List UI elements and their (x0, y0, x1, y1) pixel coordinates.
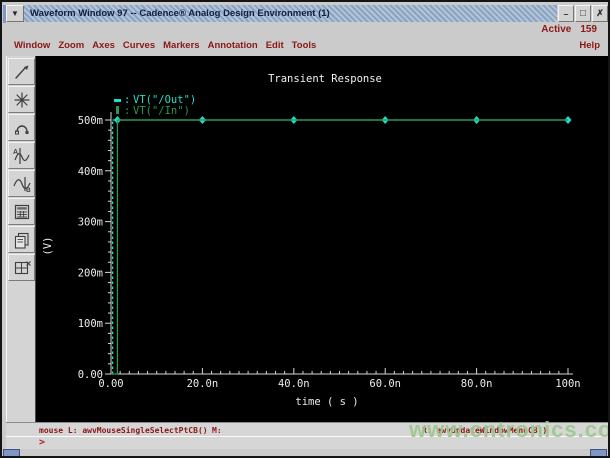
resize-corner-bottom-left[interactable] (3, 449, 20, 456)
trace-out[interactable] (111, 116, 572, 375)
svg-text:B: B (26, 187, 31, 194)
y-axis-label: (V) (42, 237, 54, 256)
x-tick-label: 100n (555, 378, 580, 390)
svg-text:A: A (13, 149, 18, 156)
legend-symbol-dash (114, 99, 121, 102)
waveform-window: ▼ Waveform Window 97 -- Cadence® Analog … (0, 0, 610, 458)
prompt-chevron: > (39, 437, 46, 448)
copy-window-tool-button[interactable] (8, 226, 35, 253)
titlebar[interactable]: ▼ Waveform Window 97 -- Cadence® Analog … (6, 5, 608, 22)
menu-item-markers[interactable]: Markers (163, 40, 199, 51)
y-tick-label: 400m (78, 166, 103, 178)
active-label: Active (541, 24, 572, 35)
zoom-star-icon (13, 91, 30, 108)
mouse-left-binding: mouse L: awvMouseSingleSelectPtCB() (39, 426, 208, 435)
copy-window-icon (14, 232, 29, 249)
x-tick-label: 80.0n (461, 378, 493, 390)
x-tick-label: 20.0n (187, 378, 219, 390)
calculator-icon (14, 204, 29, 219)
watermark-text: www.cntronics.com (409, 417, 608, 442)
legend-entry-in[interactable]: : VT("/In") (116, 105, 190, 117)
maximize-button[interactable]: □ (575, 5, 591, 22)
waveform-plot[interactable]: 0.00 20.0n 40.0n 60.0n 80.0n 100n0.00100m200m… (37, 56, 608, 422)
menu-item-help[interactable]: Help (579, 40, 600, 51)
menu-item-curves[interactable]: Curves (123, 40, 155, 51)
y-tick-label: 200m (78, 267, 103, 279)
marker-a-tool-button[interactable]: A (8, 142, 35, 169)
bottom-frame (2, 449, 608, 456)
menu-item-zoom[interactable]: Zoom (58, 40, 84, 51)
x-tick-label: 40.0n (278, 378, 310, 390)
main-area: A B 0.00 20.0n 40.0n 60.0n 80.0n 100n 0.… (6, 56, 608, 422)
menu-item-axes[interactable]: Axes (92, 40, 115, 51)
menu-item-tools[interactable]: Tools (292, 40, 317, 51)
subwindow-clip-tool-button[interactable] (8, 254, 35, 281)
y-tick-label: 0.00 (78, 369, 103, 381)
menu-items: Window Zoom Axes Curves Markers Annotation Edi… (14, 40, 316, 51)
zoom-star-tool-button[interactable] (8, 86, 35, 113)
y-tick-label: 500m (78, 115, 103, 127)
maximize-icon: □ (579, 8, 587, 19)
mouse-middle-binding: M: (212, 426, 222, 435)
chart-title: Transient Response (268, 73, 382, 85)
marker-b-tool-button[interactable]: B (8, 170, 35, 197)
marker-b-icon: B (12, 176, 31, 194)
resize-corner-bottom-right[interactable] (590, 449, 607, 456)
probe-pen-tool-button[interactable] (8, 58, 35, 85)
close-button[interactable]: ✗ (592, 5, 608, 22)
y-tick-label: 300m (78, 217, 103, 229)
marker-a-icon: A (13, 147, 30, 164)
legend-label: VT("/In") (133, 105, 190, 117)
x-tick-label: 60.0n (369, 378, 401, 390)
minimize-icon: – (563, 8, 569, 19)
menu-item-window[interactable]: Window (14, 40, 50, 51)
left-toolbar: A B (6, 56, 36, 422)
window-title: Waveform Window 97 -- Cadence® Analog De… (30, 8, 330, 19)
titlebar-stripes[interactable]: Waveform Window 97 -- Cadence® Analog De… (24, 5, 557, 22)
menu-item-annotation[interactable]: Annotation (208, 40, 258, 51)
active-count: 159 (580, 24, 597, 35)
legend-symbol-bar (116, 106, 119, 114)
menubar: Window Zoom Axes Curves Markers Annotation Edi… (14, 37, 600, 53)
calculator-tool-button[interactable] (8, 198, 35, 225)
probe-pen-icon (14, 65, 28, 79)
trace-in[interactable] (111, 119, 568, 375)
legend-colon: : (124, 105, 130, 117)
active-status-row: Active 159 (541, 23, 597, 36)
menu-item-edit[interactable]: Edit (266, 40, 284, 51)
y-tick-label: 100m (78, 318, 103, 330)
axes (105, 112, 573, 375)
pan-arc-tool-button[interactable] (8, 114, 35, 141)
window-menu-button[interactable]: ▼ (6, 5, 24, 22)
close-icon: ✗ (596, 8, 604, 18)
subwindow-clip-icon (14, 260, 31, 274)
minimize-button[interactable]: – (558, 5, 574, 22)
pan-arc-icon (14, 124, 28, 134)
x-axis-label: time ( s ) (295, 396, 358, 408)
window-menu-icon: ▼ (11, 9, 19, 18)
